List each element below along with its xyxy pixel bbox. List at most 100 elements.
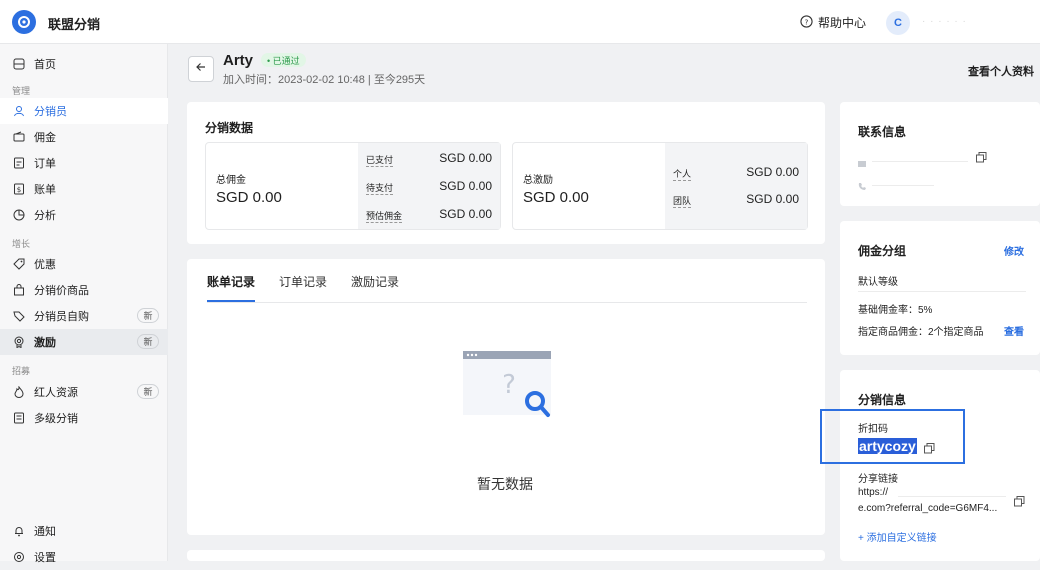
sidebar-item-home[interactable]: 首页 <box>0 51 168 77</box>
order-icon <box>12 156 26 170</box>
app-logo-icon[interactable] <box>12 10 36 34</box>
sidebar-item-settings[interactable]: 设置 <box>0 544 168 570</box>
paid-label[interactable]: 已支付 <box>366 153 394 167</box>
bill-icon: $ <box>12 182 26 196</box>
add-custom-link-button[interactable]: + 添加自定义链接 <box>858 529 937 544</box>
tab-incentives[interactable]: 激励记录 <box>351 273 399 302</box>
sidebar-item-label: 分销价商品 <box>34 285 89 297</box>
sidebar-item-label: 设置 <box>34 552 56 564</box>
incentive-box: 总激励 SGD 0.00 个人 SGD 0.00 团队 SGD 0.00 <box>512 142 808 230</box>
sidebar-item-commission[interactable]: 佣金 <box>0 124 168 150</box>
sidebar-item-label: 分销员自购 <box>34 311 89 323</box>
fire-icon <box>12 385 26 399</box>
arrow-left-icon <box>195 60 207 78</box>
sidebar-item-influencer-resources[interactable]: 红人资源 新 <box>0 379 168 405</box>
list-icon <box>12 411 26 425</box>
records-tabs: 账单记录 订单记录 激励记录 <box>207 273 399 302</box>
tab-bills[interactable]: 账单记录 <box>207 273 256 302</box>
contact-card: 联系信息 <box>840 102 1040 206</box>
mail-icon <box>858 154 866 172</box>
section-manage: 管理 <box>12 86 31 96</box>
incentive-breakdown: 个人 SGD 0.00 团队 SGD 0.00 <box>665 143 807 229</box>
sidebar-item-orders[interactable]: 订单 <box>0 150 168 176</box>
distribution-title: 分销信息 <box>858 393 907 407</box>
question-icon: ? <box>800 14 813 31</box>
sidebar-item-label: 通知 <box>34 526 56 538</box>
tag-icon <box>12 257 26 271</box>
share-link-line1[interactable]: https:// <box>858 487 888 498</box>
personal-label[interactable]: 个人 <box>673 167 692 181</box>
help-center-link[interactable]: ? 帮助中心 <box>800 14 866 31</box>
stats-card: 分销数据 总佣金 SGD 0.00 已支付 SGD 0.00 待支付 SGD 0… <box>187 102 825 244</box>
sidebar-item-notifications[interactable]: 通知 <box>0 518 168 544</box>
joined-info: 加入时间：2023-02-02 10:48 | 至今295天 <box>223 74 426 86</box>
avatar[interactable]: C <box>886 11 910 35</box>
records-card: 账单记录 订单记录 激励记录 ? 暂无数据 <box>187 259 825 535</box>
phone-masked <box>872 176 934 186</box>
sidebar-item-label: 账单 <box>34 184 56 196</box>
empty-search-icon: ? <box>463 351 551 423</box>
edit-group-link[interactable]: 修改 <box>1004 243 1024 258</box>
tab-orders[interactable]: 订单记录 <box>279 273 327 302</box>
user-icon <box>12 104 26 118</box>
sidebar-item-incentives[interactable]: 激励 新 <box>0 329 168 355</box>
sidebar-item-affiliates[interactable]: 分销员 <box>0 98 168 124</box>
sidebar-item-label: 优惠 <box>34 259 56 271</box>
sidebar-item-label: 订单 <box>34 158 56 170</box>
sidebar-item-analytics[interactable]: 分析 <box>0 202 168 228</box>
team-label[interactable]: 团队 <box>673 194 692 208</box>
share-link-masked <box>898 487 1006 497</box>
sidebar-item-label: 多级分销 <box>34 413 78 425</box>
sidebar-item-label: 首页 <box>34 59 56 71</box>
sidebar-item-discounts[interactable]: 优惠 <box>0 251 168 277</box>
group-level: 默认等级 <box>858 277 898 288</box>
pending-label[interactable]: 待支付 <box>366 181 394 195</box>
specified-products: 指定商品佣金：2个指定商品 <box>858 327 984 338</box>
svg-text:$: $ <box>17 186 21 194</box>
commission-label: 总佣金 <box>216 175 246 186</box>
sidebar-item-affiliate-products[interactable]: 分销价商品 <box>0 277 168 303</box>
sidebar-item-self-purchase[interactable]: 分销员自购 新 <box>0 303 168 329</box>
empty-state-text: 暂无数据 <box>477 476 533 492</box>
share-link-line2[interactable]: e.com?referral_code=G6MF4... <box>858 503 997 514</box>
wallet-icon <box>12 130 26 144</box>
new-badge: 新 <box>137 334 159 349</box>
svg-text:?: ? <box>805 17 809 26</box>
back-button[interactable] <box>188 56 214 82</box>
sidebar-item-label: 红人资源 <box>34 387 78 399</box>
price-tag-icon <box>12 309 26 323</box>
stats-title: 分销数据 <box>205 121 254 135</box>
sidebar: 首页 管理 分销员 佣金 订单 $ 账单 分析 增长 优惠 分销价商品 分销员自… <box>0 44 168 564</box>
commission-value: SGD 0.00 <box>216 189 282 206</box>
sidebar-item-bills[interactable]: $ 账单 <box>0 176 168 202</box>
divider <box>858 291 1026 292</box>
copy-icon[interactable] <box>976 150 987 168</box>
bag-icon <box>12 283 26 297</box>
sidebar-item-multilevel[interactable]: 多级分销 <box>0 405 168 431</box>
incentive-label: 总激励 <box>523 175 553 186</box>
app-title: 联盟分销 <box>48 17 101 32</box>
tabs-divider <box>207 302 807 303</box>
estimated-label[interactable]: 预估佣金 <box>366 209 403 223</box>
affiliate-name: Arty <box>223 52 254 69</box>
view-profile-link[interactable]: 查看个人资料 <box>968 63 1034 79</box>
sidebar-item-label: 分销员 <box>34 106 67 118</box>
group-title: 佣金分组 <box>858 244 907 258</box>
phone-icon <box>858 177 866 195</box>
bell-icon <box>12 524 26 538</box>
incentive-value: SGD 0.00 <box>523 189 589 206</box>
pending-value: SGD 0.00 <box>439 179 492 193</box>
view-specified-link[interactable]: 查看 <box>1004 323 1024 338</box>
top-bar: 联盟分销 ? 帮助中心 C · · · · · · <box>0 0 1040 44</box>
next-card <box>187 550 825 561</box>
gear-icon <box>12 550 26 564</box>
team-value: SGD 0.00 <box>746 192 799 206</box>
pie-chart-icon <box>12 208 26 222</box>
copy-icon[interactable] <box>1014 494 1025 512</box>
share-link-label: 分享链接 <box>858 474 898 485</box>
discount-code-highlight <box>820 409 965 464</box>
commission-box: 总佣金 SGD 0.00 已支付 SGD 0.00 待支付 SGD 0.00 预… <box>205 142 501 230</box>
new-badge: 新 <box>137 384 159 399</box>
user-name-masked[interactable]: · · · · · · <box>922 16 967 27</box>
paid-value: SGD 0.00 <box>439 151 492 165</box>
